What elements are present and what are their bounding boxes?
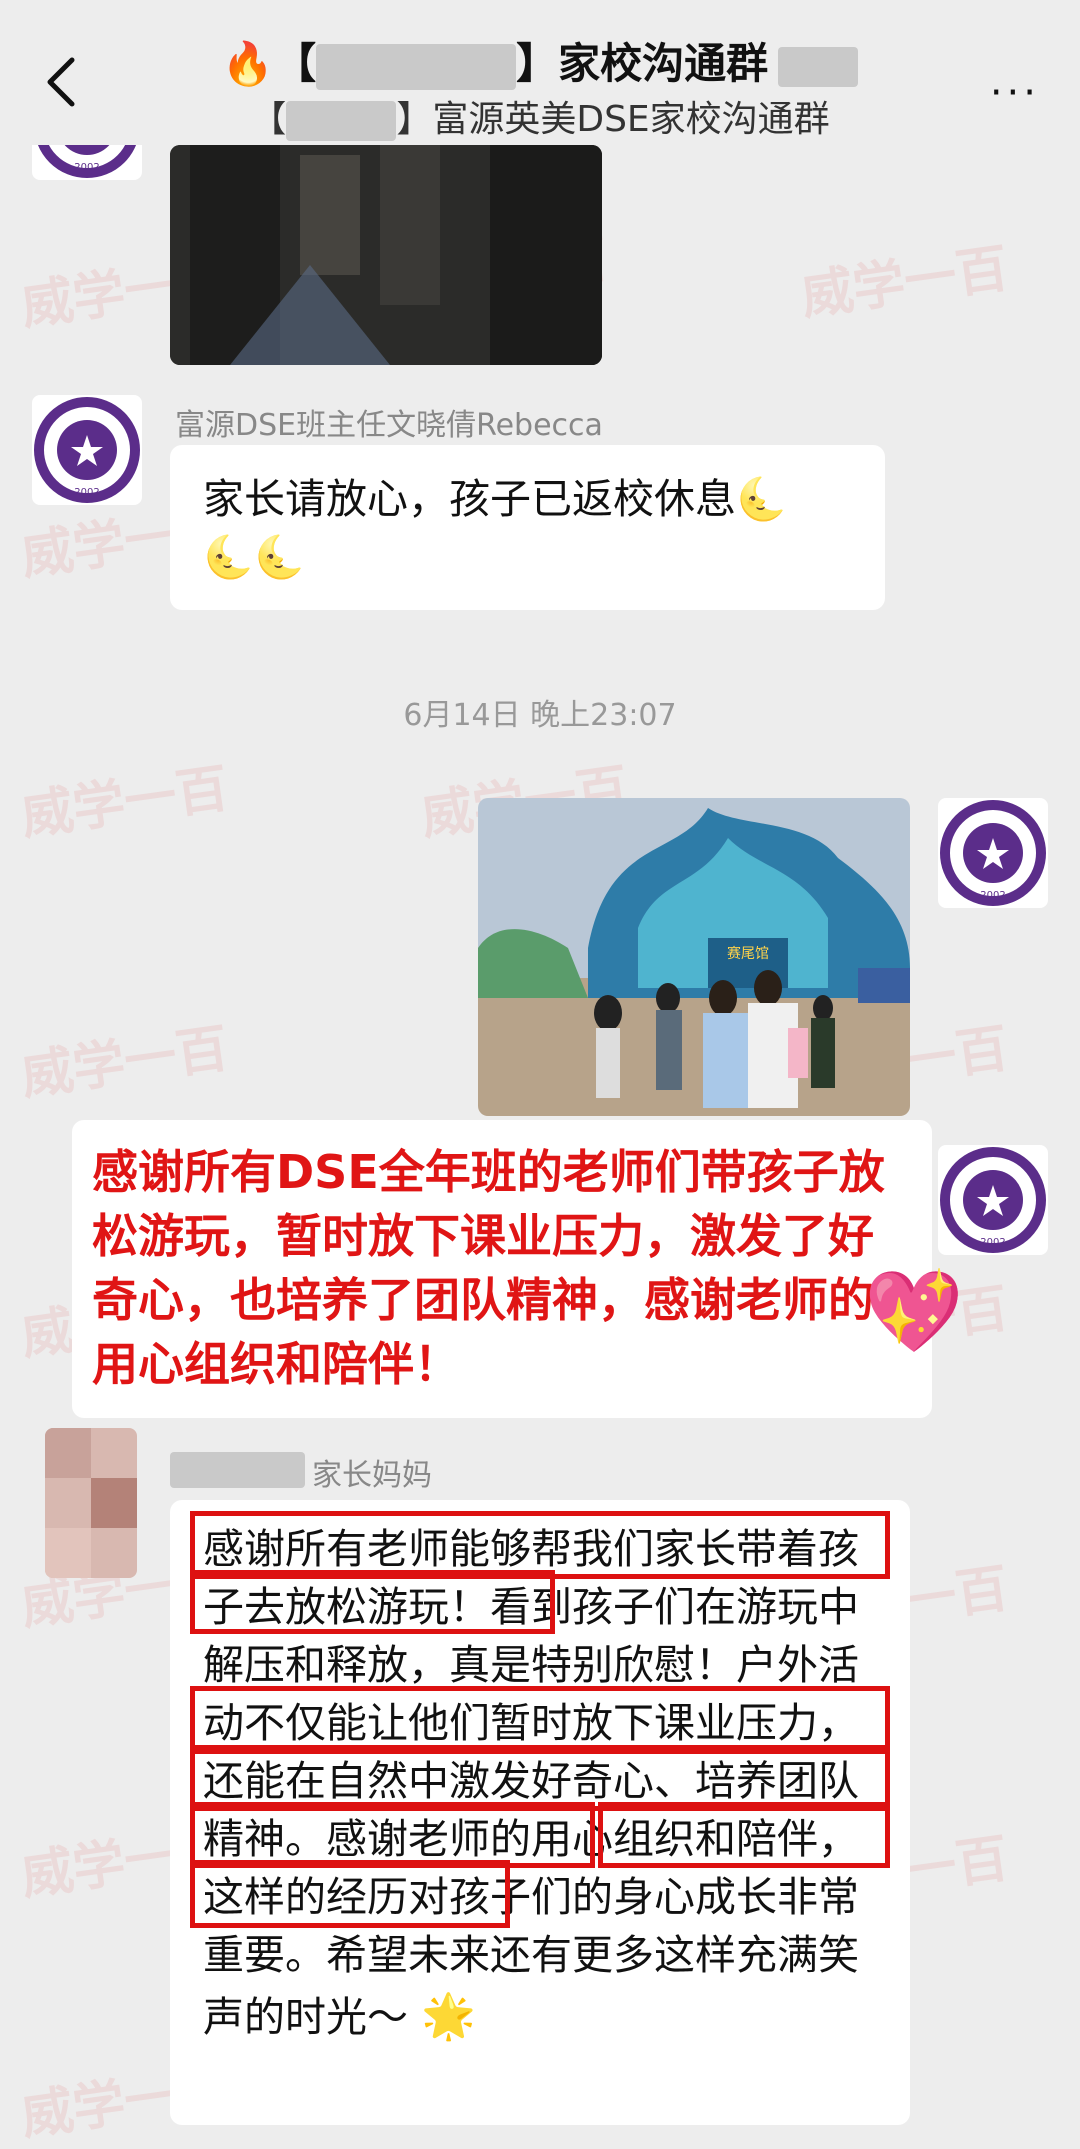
message-bubble[interactable]: 感谢所有DSE全年班的老师们带孩子放松游玩，暂时放下课业压力，激发了好奇心，也培… (72, 1120, 964, 1418)
redacted-name (286, 101, 397, 141)
redacted-name (316, 43, 517, 90)
chat-image-hallway[interactable] (170, 145, 602, 365)
sender-name: 富源DSE班主任文晓倩Rebecca (175, 408, 603, 443)
more-options-button[interactable]: ··· (990, 70, 1040, 116)
redacted-name (778, 46, 859, 87)
avatar[interactable] (45, 1428, 137, 1578)
redacted-name (170, 1452, 305, 1488)
svg-text:2002: 2002 (74, 487, 99, 498)
avatar[interactable]: 2002 (938, 798, 1048, 908)
moon-emoji: 🌜 (254, 533, 306, 581)
avatar[interactable]: 2002 (938, 1145, 1048, 1255)
school-logo: 2002 (940, 800, 1046, 906)
sender-name: 家长妈妈 (312, 1458, 432, 1493)
sparkling-heart-emoji: 💖 (864, 1265, 964, 1358)
moon-emoji: 🌜 (736, 475, 788, 523)
message-bubble[interactable]: 家长请放心，孩子已返校休息🌜 🌜🌜 (170, 445, 885, 610)
svg-text:2002: 2002 (980, 1237, 1005, 1248)
chat-header: 🔥【 】家校沟通群 【】富源英美DSE家校沟通群 ··· (0, 0, 1080, 145)
chat-subtitle: 【】富源英美DSE家校沟通群 (250, 99, 830, 141)
star-emoji: 🌟 (421, 1991, 476, 2042)
chat-image-aquarium[interactable]: 赛尾馆 (478, 798, 910, 1116)
school-logo: 2002 (34, 397, 140, 503)
chat-title: 🔥【 】家校沟通群 (0, 30, 1080, 91)
svg-text:2002: 2002 (74, 162, 99, 173)
message-text: 家长请放心，孩子已返校休息 (203, 475, 736, 523)
school-logo: 2002 (940, 1147, 1046, 1253)
avatar[interactable]: 2002 (32, 395, 142, 505)
message-text: 感谢所有DSE全年班的老师们带孩子放松游玩，暂时放下课业压力，激发了好奇心，也培… (92, 1145, 885, 1391)
svg-text:2002: 2002 (980, 890, 1005, 901)
svg-text:赛尾馆: 赛尾馆 (727, 946, 769, 962)
moon-emoji: 🌜 (203, 533, 255, 581)
timestamp: 6月14日 晚上23:07 (403, 698, 677, 733)
